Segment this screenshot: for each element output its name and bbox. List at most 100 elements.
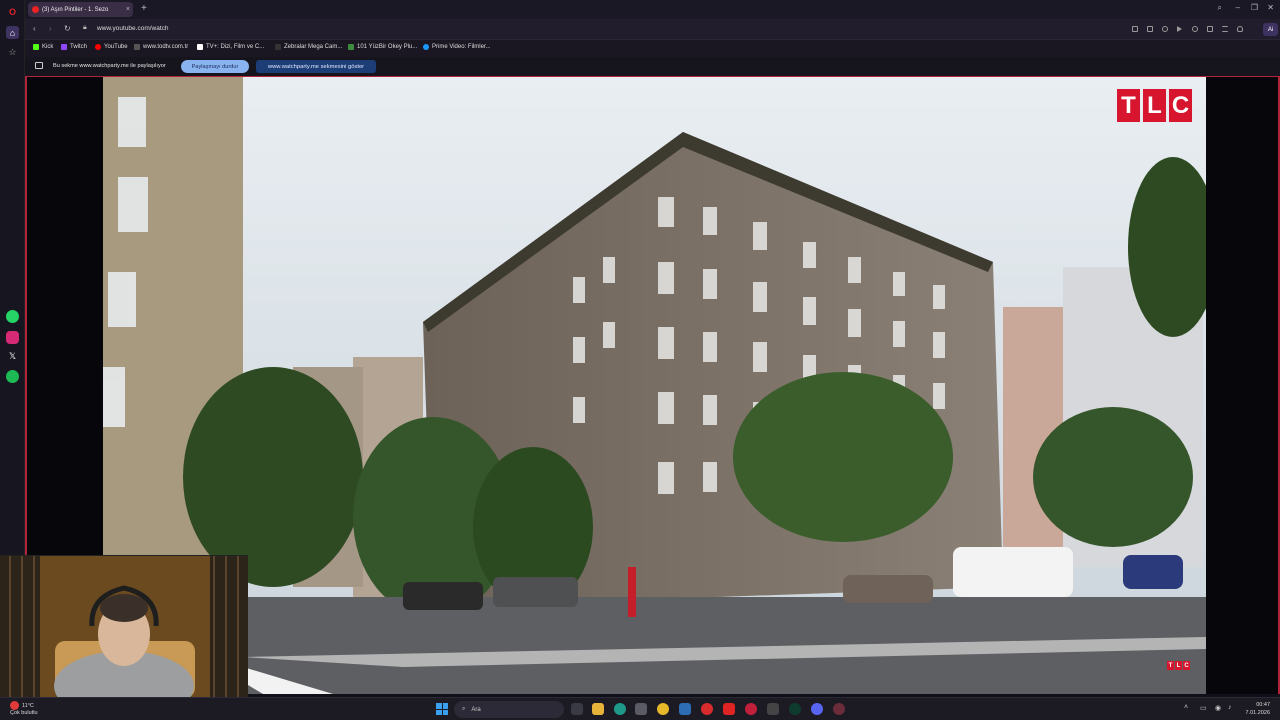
tlc-letter: L (1143, 89, 1166, 122)
youtube-app-icon[interactable] (723, 703, 735, 715)
weather-description: Çok bulutlu (10, 710, 38, 716)
edge-icon[interactable] (614, 703, 626, 715)
bookmark-label: Twitch (70, 44, 88, 50)
stop-sharing-button[interactable]: Paylaşmayı durdur (181, 60, 249, 73)
clock-time: 00:47 (1256, 702, 1270, 708)
lock-icon[interactable]: 🔒︎ (83, 24, 87, 32)
taskbar-search[interactable]: ⌕ Ara (454, 701, 564, 718)
tvplus-icon (197, 44, 203, 50)
snapshot-icon[interactable] (1192, 26, 1198, 32)
tray-chevron-icon[interactable]: ˄ (1184, 704, 1188, 711)
ai-button[interactable]: Ai (1263, 23, 1278, 36)
bookmark-label: 101 YüzBir Okey Plu... (357, 44, 418, 50)
tab-title: (3) Aşın Pintiler - 1. Sezo (42, 6, 109, 13)
tab-bar: (3) Aşın Pintiler - 1. Sezo × + ⌕ – ❐ ✕ (25, 0, 1280, 19)
menu-icon[interactable] (1222, 26, 1228, 32)
bookmark-label: TV+: Dizi, Film ve C... (206, 44, 265, 50)
prime-video-icon (423, 44, 429, 50)
pip-icon[interactable] (1132, 26, 1138, 32)
search-icon: ⌕ (462, 706, 466, 712)
bookmark-tvplus[interactable]: TV+: Dizi, Film ve C... (197, 44, 264, 50)
opera-logo-icon[interactable]: O (6, 5, 19, 18)
screen-share-icon (35, 62, 43, 69)
x-twitter-icon[interactable]: 𝕏 (6, 350, 19, 363)
xbox-icon[interactable] (789, 703, 801, 715)
weather-icon (10, 701, 19, 710)
search-placeholder: Ara (471, 706, 481, 713)
bookmark-youtube[interactable]: YouTube (95, 44, 128, 50)
tlc-mini-letter: T (1167, 661, 1174, 670)
bookmark-label: Zebralar Mega Cam... (284, 44, 343, 50)
bookmark-101-okey[interactable]: 101 YüzBir Okey Plu... (348, 44, 417, 50)
epic-games-icon[interactable] (767, 703, 779, 715)
close-window-button[interactable]: ✕ (1267, 3, 1274, 12)
video-player[interactable]: T L C T L C (103, 77, 1206, 694)
twitch-icon (61, 44, 67, 50)
task-view-icon[interactable] (571, 703, 583, 715)
clock-date: 7.01.2026 (1245, 710, 1270, 716)
bookmark-kick[interactable]: Kick (33, 44, 53, 50)
network-icon[interactable]: ◉ (1215, 704, 1221, 712)
send-icon[interactable] (1177, 26, 1183, 32)
taskbar-clock[interactable]: 00:47 7.01.2026 (1246, 701, 1270, 717)
desktop-screen: O ⌂ ☆ 𝕏 (3) Aşın Pintiler - 1. Sezo × + … (0, 0, 1280, 720)
back-button[interactable]: ‹ (33, 24, 36, 33)
tlc-letter: C (1169, 89, 1192, 122)
camera-icon[interactable] (1147, 26, 1153, 32)
download-icon[interactable] (1207, 26, 1213, 32)
weather-temp: 11°C (22, 702, 34, 709)
tlc-logo: T L C (1117, 89, 1192, 122)
forward-button[interactable]: › (49, 24, 52, 33)
new-tab-button[interactable]: + (141, 3, 147, 14)
bookmark-twitch[interactable]: Twitch (61, 44, 87, 50)
volume-icon[interactable]: ♪ (1228, 704, 1232, 711)
obs-icon[interactable] (833, 703, 845, 715)
store-icon[interactable] (635, 703, 647, 715)
discord-icon[interactable] (811, 703, 823, 715)
file-explorer-icon[interactable] (592, 703, 604, 715)
weather-widget[interactable]: 11°C Çok bulutlu (10, 701, 38, 717)
profile-icon[interactable] (1237, 26, 1243, 32)
webcam-feed-image (0, 556, 248, 697)
bookmark-star-icon[interactable]: ☆ (6, 46, 19, 59)
tab-sharing-bar: Bu sekme www.watchparty.me ile paylaşılı… (25, 57, 1280, 76)
bookmark-label: Prime Video: Filmler... (432, 44, 491, 50)
show-tab-button[interactable]: www.watchparty.me sekmesini göster (256, 60, 376, 73)
tab-search-icon[interactable]: ⌕ (1218, 3, 1222, 13)
street-scene-image (103, 77, 1206, 694)
chrome-icon[interactable] (657, 703, 669, 715)
shield-icon[interactable] (1162, 26, 1168, 32)
tab-youtube[interactable]: (3) Aşın Pintiler - 1. Sezo × (28, 2, 133, 17)
steam-icon[interactable] (679, 703, 691, 715)
bookmark-label: YouTube (104, 44, 128, 50)
bookmark-label: Kick (42, 44, 54, 50)
tlc-mini-letter: C (1183, 661, 1190, 670)
url-field[interactable]: www.youtube.com/watch (97, 25, 169, 32)
media-player-icon[interactable] (701, 703, 713, 715)
tlc-mini-letter: L (1175, 661, 1182, 670)
kick-icon (33, 44, 39, 50)
windows-taskbar: 11°C Çok bulutlu ⌕ Ara ˄ ▭ ◉ ♪ 00:47 7.0… (0, 697, 1280, 720)
instagram-icon[interactable] (6, 331, 19, 344)
bookmark-todtv[interactable]: www.todtv.com.tr (134, 44, 188, 50)
youtube-favicon-icon (32, 6, 39, 13)
whatsapp-icon[interactable] (6, 310, 19, 323)
opera-gx-icon[interactable] (745, 703, 757, 715)
bookmark-prime-video[interactable]: Prime Video: Filmler... (423, 44, 491, 50)
todtv-icon (134, 44, 140, 50)
zebralar-icon (275, 44, 281, 50)
address-bar: ‹ › ↻ 🔒︎ www.youtube.com/watch Ai (25, 19, 1280, 40)
bookmark-label: www.todtv.com.tr (143, 44, 189, 50)
bookmark-zebralar[interactable]: Zebralar Mega Cam... (275, 44, 342, 50)
battery-icon[interactable]: ▭ (1200, 704, 1207, 712)
reload-icon[interactable]: ↻ (64, 24, 71, 33)
tab-close-icon[interactable]: × (126, 6, 130, 13)
home-icon[interactable]: ⌂ (6, 26, 19, 39)
spotify-icon[interactable] (6, 370, 19, 383)
tlc-letter: T (1117, 89, 1140, 122)
minimize-button[interactable]: – (1236, 3, 1240, 12)
windows-start-icon[interactable] (436, 703, 448, 715)
webcam-overlay (0, 555, 248, 697)
maximize-button[interactable]: ❐ (1251, 3, 1258, 12)
bookmarks-bar: Kick Twitch YouTube www.todtv.com.tr TV+… (25, 40, 1280, 57)
